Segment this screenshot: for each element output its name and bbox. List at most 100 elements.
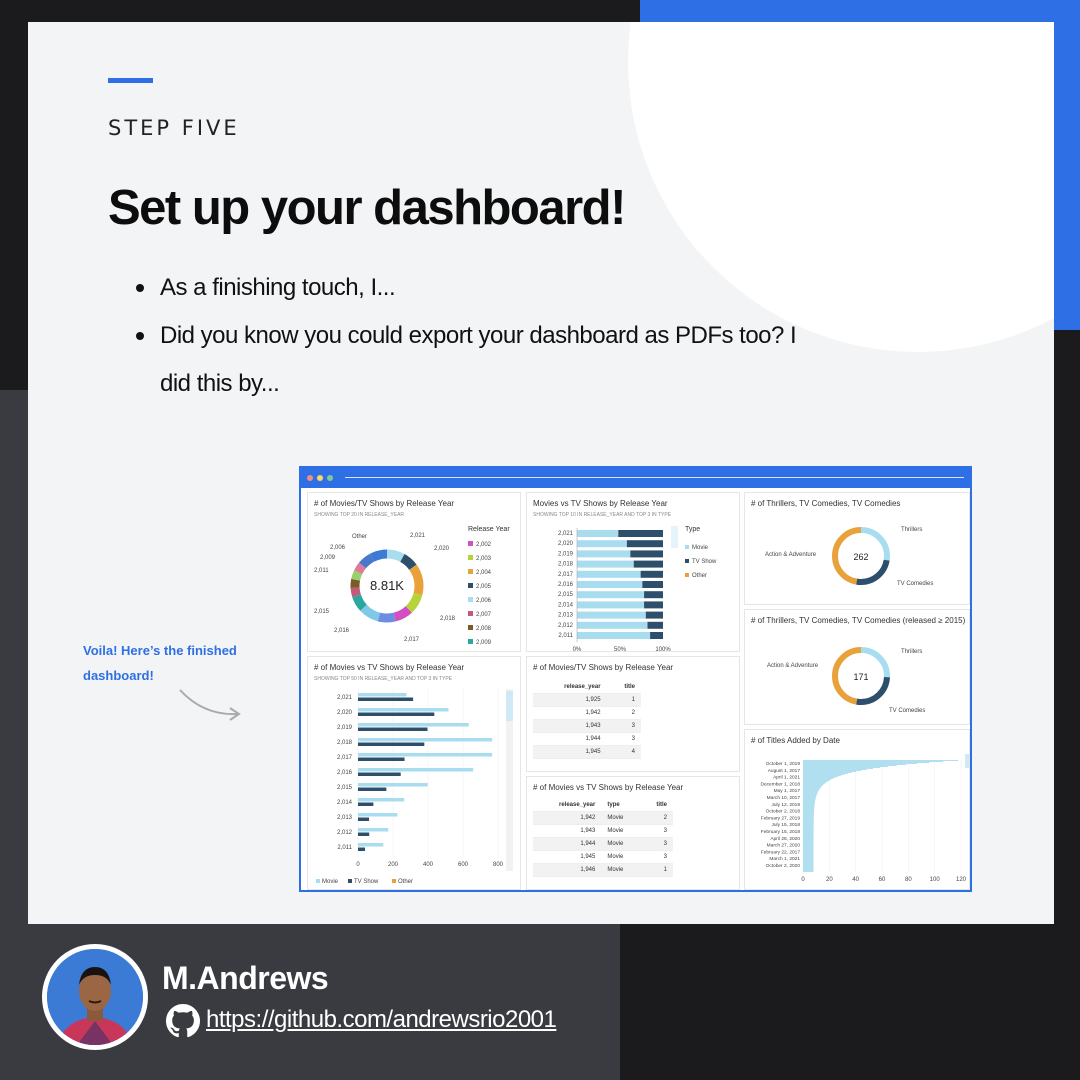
tick-label: 0 [801,877,805,883]
donut-label: 2,020 [434,546,450,552]
table-cell: 4 [606,745,641,759]
legend-swatch [316,879,320,883]
close-dot-icon [307,475,313,481]
table-cell: Movie [601,824,641,838]
bar-tv [650,632,663,639]
table-cell: 3 [640,850,673,864]
tick-label: 80 [905,877,912,883]
date-bar [803,848,814,849]
scrollbar-thumb[interactable] [506,691,513,721]
tick-label: October 2, 2018 [766,809,801,815]
bar-movie [358,798,405,802]
tick-label: 2,011 [558,633,573,639]
tick-label: February 27, 2019 [761,815,801,821]
table-cell: 1,942 [533,811,602,825]
donut-label: 2,018 [440,616,456,622]
date-bar [803,871,814,872]
legend-label: 2,006 [476,598,492,604]
column-header[interactable]: release_year [533,799,602,812]
data-table: release_year title 1,925 1 1,942 2 1,943 3 … [533,681,641,759]
donut-label: 2,009 [320,555,336,561]
tick-label: 2,020 [558,541,574,547]
date-bar [803,863,814,864]
tick-label: 2,017 [558,572,574,578]
bar-tv [358,772,401,776]
legend-swatch [685,545,689,549]
bar-tv [358,817,370,821]
tick-label: 2,014 [337,800,353,806]
date-bar [803,808,815,809]
table-row: 1,944 3 [533,732,641,746]
date-bar [803,823,814,824]
table-cell: 1,945 [533,745,607,759]
date-bar [803,805,815,806]
date-bar [803,795,817,796]
legend-label: 2,009 [476,640,492,646]
person-portrait-icon [47,949,143,1045]
bar-tv [358,757,405,761]
date-bar [803,860,814,861]
column-header[interactable]: title [606,681,641,694]
table-row: 1,925 1 [533,693,641,707]
table-cell: Movie [601,837,641,851]
tick-label: 0% [573,647,582,652]
tick-label: March 1, 2021 [769,856,800,862]
date-bar [803,841,814,842]
genre-donut-chart: 262 Thrillers Action & Adventure TV Come… [765,527,933,587]
date-bar [803,798,816,799]
tick-label: March 27, 2020 [767,843,801,849]
bar-tv [358,727,428,731]
table-row: 1,943 Movie 3 [533,824,673,838]
date-bar [803,847,814,848]
table-cell: 1,946 [533,863,602,877]
legend-swatch [468,611,473,616]
date-bar [803,773,848,774]
bar-movie [577,581,643,588]
table-cell: Movie [601,850,641,864]
legend-swatch [468,569,473,574]
bar-movie [358,738,493,742]
legend-title: Type [685,526,700,533]
tick-label: 600 [458,862,469,868]
panel-titles-by-date: # of Titles Added by Date 0 20 40 60 80 100 12… [744,729,970,890]
table-cell: Movie [601,863,641,877]
date-bar [803,770,862,771]
bullet-list: As a finishing touch, I... Did you know … [132,264,832,408]
scrollbar-thumb[interactable] [965,754,970,768]
legend-label: 2,002 [476,542,492,548]
tick-label: 2,018 [337,740,353,746]
minimize-dot-icon [317,475,323,481]
github-link[interactable]: https://github.com/andrewsrio2001 [206,1006,557,1034]
tick-label: 2,017 [337,755,353,761]
date-bar [803,858,814,859]
column-header[interactable]: type [601,799,641,812]
tick-label: 2,019 [337,725,353,731]
date-bar [803,870,814,871]
legend-label: 2,004 [476,570,492,576]
date-bar [803,814,814,815]
date-bar [803,791,819,792]
tick-label: 60 [879,877,886,883]
bar-tv [358,712,435,716]
date-bar [803,762,930,763]
column-header[interactable]: title [640,799,673,812]
date-bar [803,849,814,850]
tick-label: August 1, 2017 [768,768,801,774]
table-cell: 1,943 [533,824,602,838]
bar-tv [358,787,387,791]
date-bar [803,859,814,860]
table-cell: 3 [606,732,641,746]
tick-label: 120 [956,877,967,883]
legend-label: 2,003 [476,556,492,562]
date-bar [803,781,828,782]
tick-label: 800 [493,862,504,868]
legend: 2,002 2,003 2,004 2,005 2,006 2,007 2,008 2,009 [468,541,492,646]
column-header[interactable]: release_year [533,681,607,694]
scroll-handle[interactable] [671,526,678,548]
date-bar [803,797,816,798]
date-bar [803,760,959,761]
date-bar [803,845,814,846]
date-bar [803,853,814,854]
date-bar [803,796,817,797]
date-bar [803,850,814,851]
